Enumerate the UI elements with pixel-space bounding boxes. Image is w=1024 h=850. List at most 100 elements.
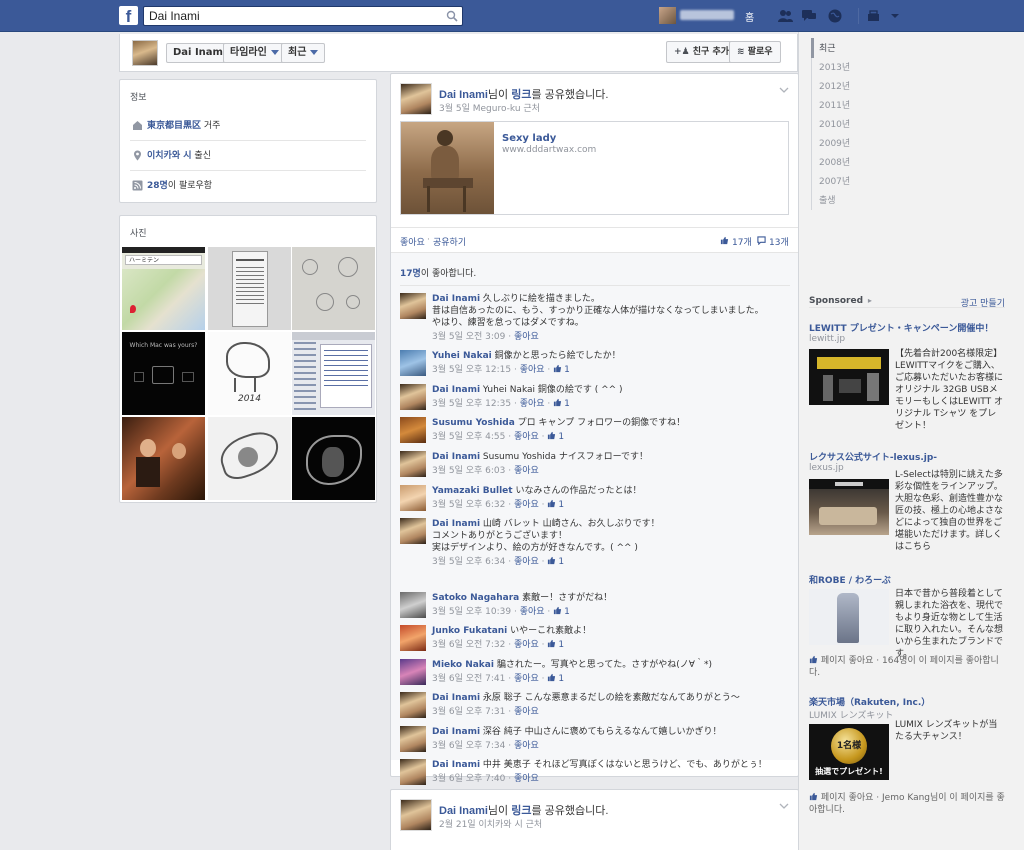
comment-timestamp[interactable]: 3월 5일 오후 6:34 (432, 557, 505, 567)
year-item-2008[interactable]: 2008년 (819, 155, 850, 168)
like-action[interactable]: 좋아요 (400, 235, 425, 248)
account-settings-chevron-icon[interactable] (886, 7, 904, 25)
comment-like-count[interactable]: 1 (564, 607, 570, 617)
profile-name-blurred[interactable] (680, 10, 734, 20)
commenter-avatar[interactable] (400, 293, 426, 319)
commenter-name-link[interactable]: Junko Fukatani (432, 626, 507, 636)
comment-timestamp[interactable]: 3월 5일 오후 10:39 (432, 607, 511, 617)
comment-like-action[interactable]: 좋아요 (520, 607, 545, 617)
comment-like-count[interactable]: 1 (564, 399, 570, 409)
commenter-avatar[interactable] (400, 384, 426, 410)
photo-dark-abstract[interactable] (292, 417, 375, 500)
commenter-name-link[interactable]: Dai Inami (432, 519, 480, 529)
comment-timestamp[interactable]: 3월 6일 오후 7:31 (432, 707, 505, 717)
privacy-shortcuts-icon[interactable] (866, 7, 884, 25)
likes-summary-link[interactable]: 17명 (400, 269, 421, 279)
shared-link-label[interactable]: 링크 (511, 89, 531, 101)
comment-timestamp[interactable]: 3월 6일 오전 7:41 (432, 674, 505, 684)
photo-horse-sketch[interactable]: 2014 (208, 332, 291, 415)
commenter-name-link[interactable]: Yamazaki Bullet (432, 486, 513, 496)
commenter-avatar[interactable] (400, 759, 426, 785)
commenter-name-link[interactable]: Dai Inami (432, 294, 480, 304)
commenter-avatar[interactable] (400, 659, 426, 685)
search-icon[interactable] (446, 10, 458, 22)
comment-like-action[interactable]: 좋아요 (520, 365, 545, 375)
commenter-name-link[interactable]: Yuhei Nakai (432, 351, 492, 361)
commenter-name-link[interactable]: Dai Inami (432, 727, 480, 737)
comment-like-action[interactable]: 좋아요 (514, 707, 539, 717)
facebook-logo[interactable]: f (119, 6, 138, 25)
year-item-2010[interactable]: 2010년 (819, 117, 850, 130)
shared-link-label[interactable]: 링크 (511, 805, 531, 817)
comment-like-action[interactable]: 좋아요 (514, 640, 539, 650)
year-item-2007[interactable]: 2007년 (819, 174, 850, 187)
photo-map-screenshot[interactable]: ハーミテン (122, 247, 205, 330)
comment-count[interactable]: 13개 (769, 235, 789, 248)
commenter-avatar[interactable] (400, 451, 426, 477)
like-count[interactable]: 17개 (732, 235, 752, 248)
commenter-avatar[interactable] (400, 350, 426, 376)
commenter-avatar[interactable] (400, 625, 426, 651)
commenter-avatar[interactable] (400, 417, 426, 443)
commenter-avatar[interactable] (400, 518, 426, 544)
comment-like-action[interactable]: 좋아요 (514, 466, 539, 476)
lives-in-link[interactable]: 東京都目黒区 (147, 121, 201, 131)
comment-like-action[interactable]: 좋아요 (514, 332, 539, 342)
ad-title[interactable]: 和ROBE / わろーぶ (809, 573, 891, 586)
actor-avatar[interactable] (400, 799, 432, 831)
comment-like-action[interactable]: 좋아요 (514, 774, 539, 784)
shared-link-card[interactable]: Sexy lady www.dddartwax.com (400, 121, 789, 215)
timestamp-link[interactable]: 3월 5일 (439, 104, 470, 114)
actor-name-link[interactable]: Dai Inami (439, 89, 488, 101)
comment-like-count[interactable]: 1 (558, 500, 564, 510)
comment-like-action[interactable]: 좋아요 (520, 399, 545, 409)
year-item-2013[interactable]: 2013년 (819, 60, 850, 73)
chevron-down-icon[interactable] (779, 85, 789, 95)
create-ad-link[interactable]: 광고 만들기 (961, 296, 1005, 309)
year-item-birth[interactable]: 출생 (819, 193, 836, 206)
photo-document[interactable] (208, 247, 291, 330)
comment-like-count[interactable]: 1 (558, 557, 564, 567)
location-text[interactable]: Meguro-ku 근처 (470, 104, 540, 114)
ad-image[interactable] (809, 479, 889, 535)
commenter-avatar[interactable] (400, 726, 426, 752)
commenter-avatar[interactable] (400, 692, 426, 718)
comment-timestamp[interactable]: 3월 5일 오전 3:09 (432, 332, 505, 342)
comment-timestamp[interactable]: 3월 5일 오후 12:35 (432, 399, 511, 409)
commenter-name-link[interactable]: Susumu Yoshida (432, 418, 515, 428)
followers-link[interactable]: 28명 (147, 181, 168, 191)
friend-requests-icon[interactable] (776, 7, 794, 25)
photo-software-screenshot[interactable] (292, 332, 375, 415)
link-title[interactable]: Sexy lady (502, 133, 556, 144)
comment-timestamp[interactable]: 3월 5일 오후 6:03 (432, 466, 505, 476)
commenter-name-link[interactable]: Satoko Nagahara (432, 593, 519, 603)
search-box[interactable] (143, 6, 463, 26)
commenter-name-link[interactable]: Dai Inami (432, 693, 480, 703)
year-item-2009[interactable]: 2009년 (819, 136, 850, 149)
comment-like-action[interactable]: 좋아요 (514, 557, 539, 567)
photos-title[interactable]: 사진 (120, 216, 376, 239)
comment-like-action[interactable]: 좋아요 (514, 674, 539, 684)
commenter-name-link[interactable]: Dai Inami (432, 385, 480, 395)
location-text[interactable]: 이치카와 시 근처 (476, 820, 542, 830)
comment-timestamp[interactable]: 3월 6일 오후 7:40 (432, 774, 505, 784)
comment-timestamp[interactable]: 3월 5일 오후 12:15 (432, 365, 511, 375)
year-item-2012[interactable]: 2012년 (819, 79, 850, 92)
ad-choices-icon[interactable]: ▸ (868, 296, 872, 305)
year-item-2011[interactable]: 2011년 (819, 98, 850, 111)
hometown-link[interactable]: 이치카와 시 (147, 151, 192, 161)
actor-avatar[interactable] (400, 83, 432, 115)
ad-title[interactable]: LEWITT プレゼント・キャンペーン開催中！ (809, 321, 993, 334)
comment-like-action[interactable]: 좋아요 (514, 432, 539, 442)
ad-title[interactable]: 楽天市場（Rakuten, Inc.） (809, 695, 930, 708)
ad-title[interactable]: レクサス公式サイト-lexus.jp- (809, 450, 937, 463)
year-item-recent[interactable]: 최근 (819, 41, 836, 54)
commenter-name-link[interactable]: Mieko Nakai (432, 660, 494, 670)
ad-image[interactable] (809, 349, 889, 405)
search-input[interactable] (144, 7, 434, 25)
comment-timestamp[interactable]: 3월 6일 오후 7:34 (432, 741, 505, 751)
timeline-avatar[interactable] (132, 40, 158, 66)
commenter-name-link[interactable]: Dai Inami (432, 760, 480, 770)
commenter-avatar[interactable] (400, 592, 426, 618)
ad-image[interactable]: 1名様 抽選でプレゼント! (809, 724, 889, 780)
